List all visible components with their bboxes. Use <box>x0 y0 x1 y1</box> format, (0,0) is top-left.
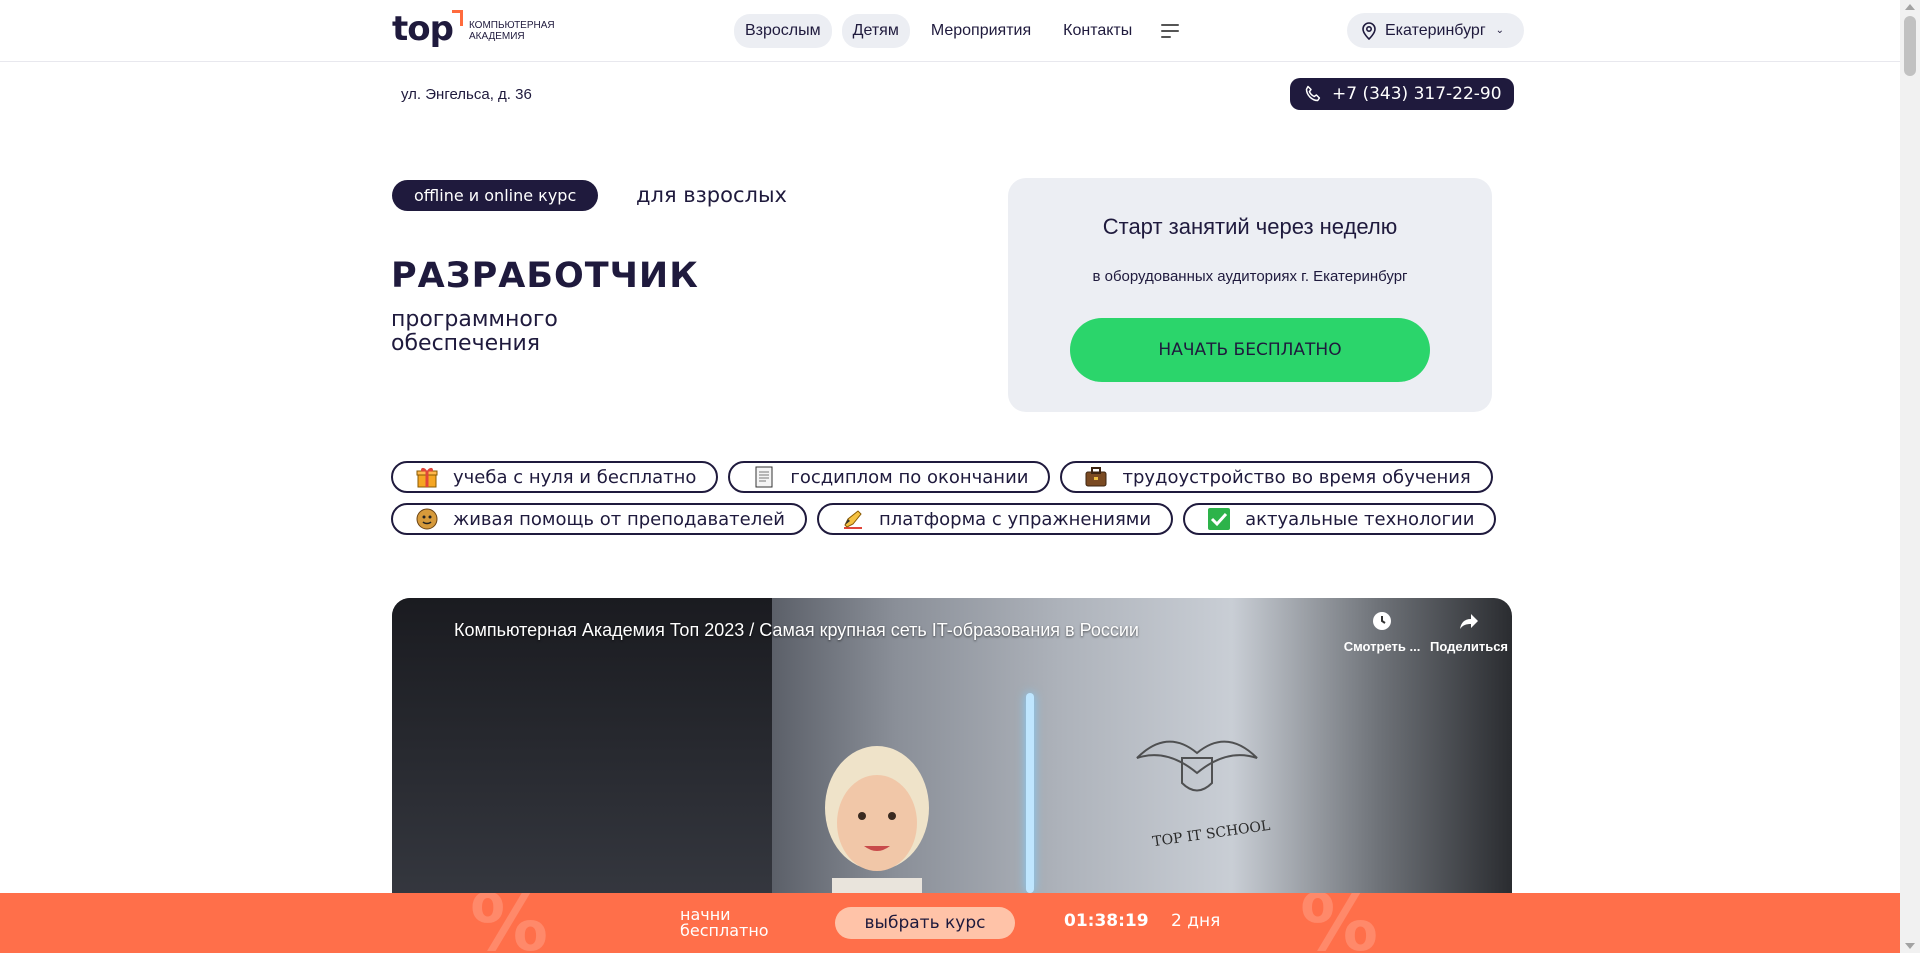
scrollbar[interactable] <box>1900 0 1920 953</box>
school-emblem-icon <box>1136 740 1258 792</box>
watch-later-button[interactable]: Смотреть ... <box>1342 610 1422 654</box>
video-light-strip <box>1026 693 1034 893</box>
diploma-icon <box>755 466 773 488</box>
clock-icon <box>1373 612 1391 630</box>
scroll-down-icon[interactable] <box>1905 943 1915 949</box>
subtitle-line2: обеспечения <box>391 331 541 356</box>
choose-course-button[interactable]: выбрать курс <box>835 907 1015 939</box>
course-format-badge: offline и online курс <box>392 180 599 211</box>
nav-item-adults[interactable]: Взрослым <box>734 14 832 48</box>
pencil-icon <box>843 510 862 529</box>
feature-chips: учеба с нуля и бесплатно госдиплом по ок… <box>391 461 1511 535</box>
logo-subtitle: КОМПЬЮТЕРНАЯ АКАДЕМИЯ <box>469 20 555 42</box>
percent-decor-icon: % <box>1300 893 1379 953</box>
nav-item-events[interactable]: Мероприятия <box>920 14 1042 48</box>
gift-icon <box>416 467 438 488</box>
feature-label: актуальные технологии <box>1245 508 1475 530</box>
feature-label: трудоустройство во время обучения <box>1122 466 1471 488</box>
page-subtitle: программного обеспечения <box>391 308 711 356</box>
watch-later-label: Смотреть ... <box>1343 639 1421 654</box>
feature-label: живая помощь от преподавателей <box>453 508 785 530</box>
page: top КОМПЬЮТЕРНАЯ АКАДЕМИЯ Взрослым Детям… <box>0 0 1920 953</box>
feature-chip: учеба с нуля и бесплатно <box>391 461 719 493</box>
video-title: Компьютерная Академия Топ 2023 / Самая к… <box>454 620 1139 640</box>
feature-chip: госдиплом по окончании <box>728 461 1051 493</box>
nav-item-contacts[interactable]: Контакты <box>1052 14 1143 48</box>
location-pin-icon <box>1362 21 1376 40</box>
logo-subtitle-line2: АКАДЕМИЯ <box>468 31 525 42</box>
logo-bracket-icon <box>451 10 463 26</box>
menu-icon[interactable] <box>1161 24 1180 38</box>
promo-label-line2: бесплатно <box>680 921 769 940</box>
promo-bar: % % начни бесплатно выбрать курс 01:38:1… <box>0 893 1900 953</box>
feature-label: госдиплом по окончании <box>790 466 1029 488</box>
audience-label: для взрослых <box>636 183 787 207</box>
share-button[interactable]: Поделиться <box>1429 610 1509 654</box>
feature-label: платформа с упражнениями <box>878 508 1152 530</box>
share-label: Поделиться <box>1429 639 1509 654</box>
feature-chip: актуальные технологии <box>1183 503 1497 535</box>
feature-label: учеба с нуля и бесплатно <box>453 466 697 488</box>
briefcase-icon <box>1085 467 1107 487</box>
start-free-button[interactable]: НАЧАТЬ БЕСПЛАТНО <box>1070 318 1430 382</box>
promo-label: начни бесплатно <box>680 907 769 939</box>
address: ул. Энгельса, д. 36 <box>401 86 532 103</box>
phone-number: +7 (343) 317-22-90 <box>1332 84 1502 104</box>
city-selector[interactable]: Екатеринбург ⌄ <box>1347 13 1525 48</box>
start-card-subtitle: в оборудованных аудиториях г. Екатеринбу… <box>1092 268 1408 285</box>
phone-button[interactable]: +7 (343) 317-22-90 <box>1290 78 1514 110</box>
feature-chip: живая помощь от преподавателей <box>391 503 807 535</box>
logo[interactable]: top КОМПЬЮТЕРНАЯ АКАДЕМИЯ <box>392 9 555 49</box>
phone-icon <box>1305 85 1321 102</box>
start-card-title: Старт занятий через неделю <box>1102 214 1398 239</box>
feature-chip: платформа с упражнениями <box>816 503 1174 535</box>
site-header: top КОМПЬЮТЕРНАЯ АКАДЕМИЯ Взрослым Детям… <box>0 0 1900 62</box>
share-icon <box>1460 614 1478 629</box>
sign-text: TOP IT SCHOOL <box>1151 817 1272 851</box>
nav-item-kids[interactable]: Детям <box>841 14 910 48</box>
logo-subtitle-line1: КОМПЬЮТЕРНАЯ <box>468 20 555 31</box>
page-title: РАЗРАБОТЧИК <box>391 256 699 296</box>
start-card: Старт занятий через неделю в оборудованн… <box>1008 178 1492 412</box>
feature-chip: трудоустройство во время обучения <box>1060 461 1493 493</box>
subtitle-line1: программного <box>391 307 558 332</box>
countdown-timer: 01:38:19 <box>1064 911 1149 931</box>
chevron-down-icon: ⌄ <box>1495 25 1505 36</box>
logo-word-text: top <box>392 9 454 49</box>
logo-wordmark: top <box>392 9 463 49</box>
checkmark-icon <box>1208 508 1231 530</box>
scroll-thumb[interactable] <box>1904 16 1916 76</box>
city-name: Екатеринбург <box>1385 21 1486 39</box>
teacher-icon <box>416 508 438 530</box>
scroll-up-icon[interactable] <box>1905 4 1915 10</box>
main-nav: Взрослым Детям Мероприятия Контакты <box>734 14 1180 48</box>
countdown-days: 2 дня <box>1171 911 1221 931</box>
percent-decor-icon: % <box>470 893 549 953</box>
